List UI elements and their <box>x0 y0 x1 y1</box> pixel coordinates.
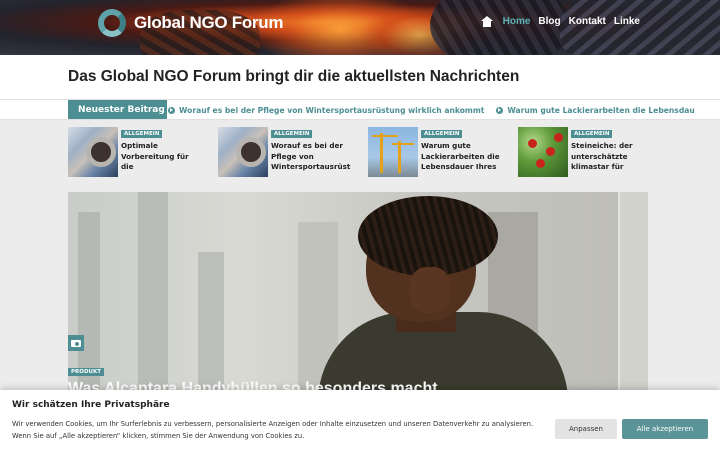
ticker-arrow-icon <box>168 106 175 114</box>
category-badge[interactable]: ALLGEMEIN <box>121 130 163 138</box>
cookie-adjust-button[interactable]: Anpassen <box>555 419 617 439</box>
category-badge[interactable]: ALLGEMEIN <box>421 130 463 138</box>
ticker-items: Worauf es bei der Pflege von Wintersport… <box>168 100 707 119</box>
ticker-label: Neuester Beitrag <box>68 100 167 119</box>
home-icon[interactable] <box>480 16 493 27</box>
site-logo[interactable]: Global NGO Forum <box>98 9 283 37</box>
ticker-item-text: Warum gute Lackierarbeiten die Lebensdau <box>507 105 695 115</box>
hero-image[interactable] <box>68 192 648 392</box>
mini-post[interactable]: ALLGEMEIN Steineiche: der unterschätzte … <box>518 127 658 179</box>
mini-post[interactable]: ALLGEMEIN Worauf es bei der Pflege von W… <box>218 127 358 179</box>
site-header: Global NGO Forum Home Blog Kontakt Linke <box>0 0 720 55</box>
category-badge[interactable]: ALLGEMEIN <box>271 130 313 138</box>
post-thumbnail[interactable] <box>68 127 118 177</box>
page-title: Das Global NGO Forum bringt dir die aktu… <box>68 68 520 85</box>
cookie-accept-all-button[interactable]: Alle akzeptieren <box>622 419 708 439</box>
ticker-arrow-icon <box>496 106 504 114</box>
post-thumbnail[interactable] <box>218 127 268 177</box>
post-title[interactable]: Warum gute Lackierarbeiten die Lebensdau… <box>421 141 501 173</box>
cookie-banner: Wir schätzen Ihre Privatsphäre Wir verwe… <box>0 390 720 450</box>
ticker-item-text: Worauf es bei der Pflege von Wintersport… <box>179 105 485 115</box>
headline-bar: Das Global NGO Forum bringt dir die aktu… <box>0 55 720 100</box>
nav-item-blog[interactable]: Blog <box>538 16 560 27</box>
logo-text: Global NGO Forum <box>134 13 284 32</box>
news-ticker: Neuester Beitrag Worauf es bei der Pfleg… <box>0 100 720 120</box>
cookie-text: Wir verwenden Cookies, um Ihr Surferlebn… <box>12 420 534 440</box>
nav-item-linke[interactable]: Linke <box>614 16 640 27</box>
mini-post[interactable]: ALLGEMEIN Warum gute Lackierarbeiten die… <box>368 127 508 179</box>
featured-posts: ALLGEMEIN Optimale Vorbereitung für die … <box>68 127 648 179</box>
logo-mark-icon <box>98 9 126 37</box>
nav-item-home[interactable]: Home <box>503 16 531 27</box>
post-thumbnail[interactable] <box>518 127 568 177</box>
post-title[interactable]: Optimale Vorbereitung für die Winterspor… <box>121 141 201 173</box>
cookie-title: Wir schätzen Ihre Privatsphäre <box>12 400 170 410</box>
post-thumbnail[interactable] <box>368 127 418 177</box>
ticker-item[interactable]: Warum gute Lackierarbeiten die Lebensdau <box>496 105 695 115</box>
hero-category-badge[interactable]: PRODUKT <box>68 368 104 376</box>
post-title[interactable]: Worauf es bei der Pflege von Wintersport… <box>271 141 351 173</box>
main-nav: Home Blog Kontakt Linke <box>480 16 648 27</box>
ticker-item[interactable]: Worauf es bei der Pflege von Wintersport… <box>168 106 484 115</box>
category-badge[interactable]: ALLGEMEIN <box>571 130 613 138</box>
post-title[interactable]: Steineiche: der unterschätzte klimastar … <box>571 141 651 173</box>
nav-item-kontakt[interactable]: Kontakt <box>569 16 606 27</box>
camera-icon[interactable] <box>68 335 84 351</box>
mini-post[interactable]: ALLGEMEIN Optimale Vorbereitung für die … <box>68 127 208 179</box>
